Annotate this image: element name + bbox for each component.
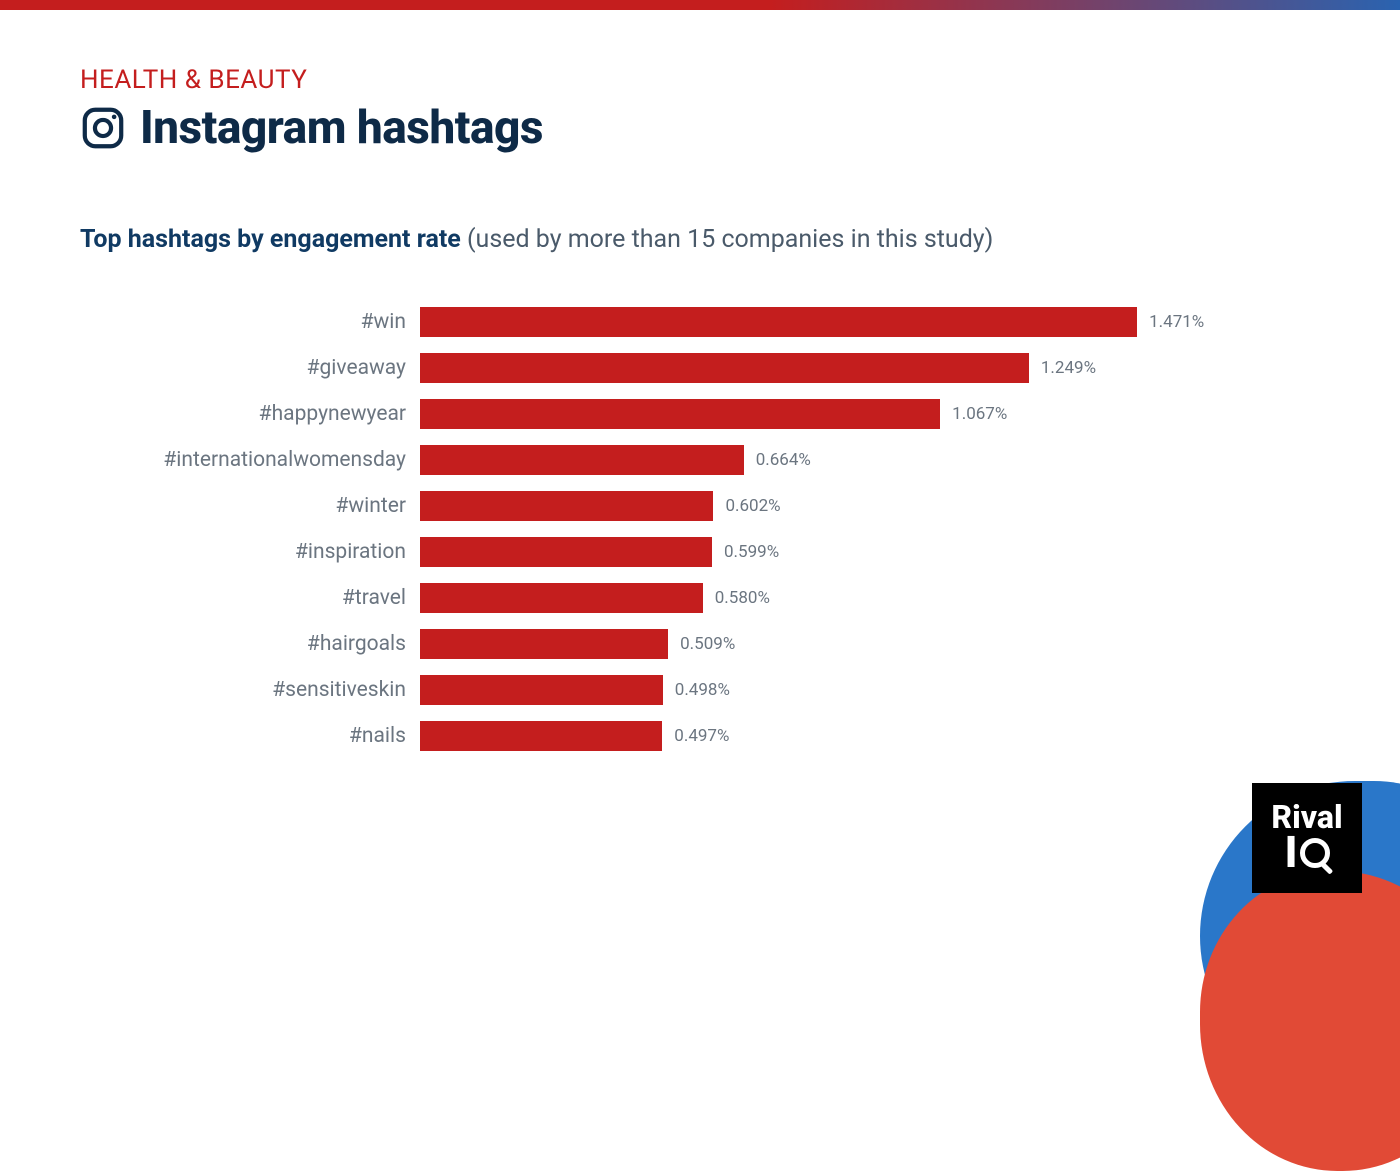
y-axis-label: #giveaway: [90, 356, 420, 380]
value-label: 0.599%: [724, 542, 779, 562]
bar-cell: 1.471%: [420, 307, 1320, 337]
bar: [420, 445, 744, 475]
bar-cell: 0.498%: [420, 675, 1320, 705]
logo-line-2: I: [1284, 832, 1329, 874]
instagram-icon: [80, 105, 126, 151]
chart-row: #hairgoals 0.509%: [90, 621, 1320, 667]
chart-row: #giveaway 1.249%: [90, 345, 1320, 391]
bar-cell: 0.497%: [420, 721, 1320, 751]
magnifier-icon: [1300, 838, 1330, 868]
y-axis-label: #travel: [90, 586, 420, 610]
bar: [420, 491, 713, 521]
logo-line-1: Rival: [1271, 802, 1342, 832]
bar: [420, 307, 1137, 337]
subtitle-bold: Top hashtags by engagement rate: [80, 225, 461, 254]
bar-cell: 0.509%: [420, 629, 1320, 659]
page-title: Instagram hashtags: [140, 101, 543, 155]
chart-row: #win 1.471%: [90, 299, 1320, 345]
y-axis-label: #win: [90, 310, 420, 334]
value-label: 1.067%: [952, 404, 1007, 424]
bar-cell: 0.602%: [420, 491, 1320, 521]
chart-row: #happynewyear 1.067%: [90, 391, 1320, 437]
bar: [420, 353, 1029, 383]
bar: [420, 721, 662, 751]
bar: [420, 675, 663, 705]
y-axis-label: #nails: [90, 724, 420, 748]
bar-cell: 1.249%: [420, 353, 1320, 383]
rival-iq-logo: Rival I: [1252, 783, 1362, 893]
value-label: 0.602%: [725, 496, 780, 516]
y-axis-label: #inspiration: [90, 540, 420, 564]
value-label: 1.249%: [1041, 358, 1096, 378]
chart-row: #winter 0.602%: [90, 483, 1320, 529]
y-axis-label: #internationalwomensday: [90, 448, 420, 472]
bar: [420, 399, 940, 429]
value-label: 0.509%: [680, 634, 735, 654]
bar: [420, 537, 712, 567]
chart-row: #inspiration 0.599%: [90, 529, 1320, 575]
bar-cell: 0.580%: [420, 583, 1320, 613]
slide-content: HEALTH & BEAUTY Instagram hashtags Top h…: [0, 10, 1400, 759]
bar-cell: 0.664%: [420, 445, 1320, 475]
subtitle-rest: (used by more than 15 companies in this …: [461, 225, 994, 254]
value-label: 1.471%: [1149, 312, 1204, 332]
bar-cell: 0.599%: [420, 537, 1320, 567]
y-axis-label: #hairgoals: [90, 632, 420, 656]
chart-row: #travel 0.580%: [90, 575, 1320, 621]
bar: [420, 629, 668, 659]
eyebrow-text: HEALTH & BEAUTY: [80, 65, 1320, 95]
bar-chart: #win 1.471% #giveaway 1.249% #happynewyear 1.…: [90, 299, 1320, 759]
chart-subtitle: Top hashtags by engagement rate (used by…: [80, 225, 1320, 254]
y-axis-label: #winter: [90, 494, 420, 518]
bar: [420, 583, 703, 613]
logo-letter-i: I: [1284, 832, 1297, 874]
y-axis-label: #happynewyear: [90, 402, 420, 426]
value-label: 0.498%: [675, 680, 730, 700]
value-label: 0.580%: [715, 588, 770, 608]
top-accent-bar: [0, 0, 1400, 10]
value-label: 0.664%: [756, 450, 811, 470]
y-axis-label: #sensitiveskin: [90, 678, 420, 702]
value-label: 0.497%: [674, 726, 729, 746]
chart-row: #sensitiveskin 0.498%: [90, 667, 1320, 713]
title-row: Instagram hashtags: [80, 101, 1320, 155]
chart-row: #internationalwomensday 0.664%: [90, 437, 1320, 483]
bar-cell: 1.067%: [420, 399, 1320, 429]
chart-row: #nails 0.497%: [90, 713, 1320, 759]
